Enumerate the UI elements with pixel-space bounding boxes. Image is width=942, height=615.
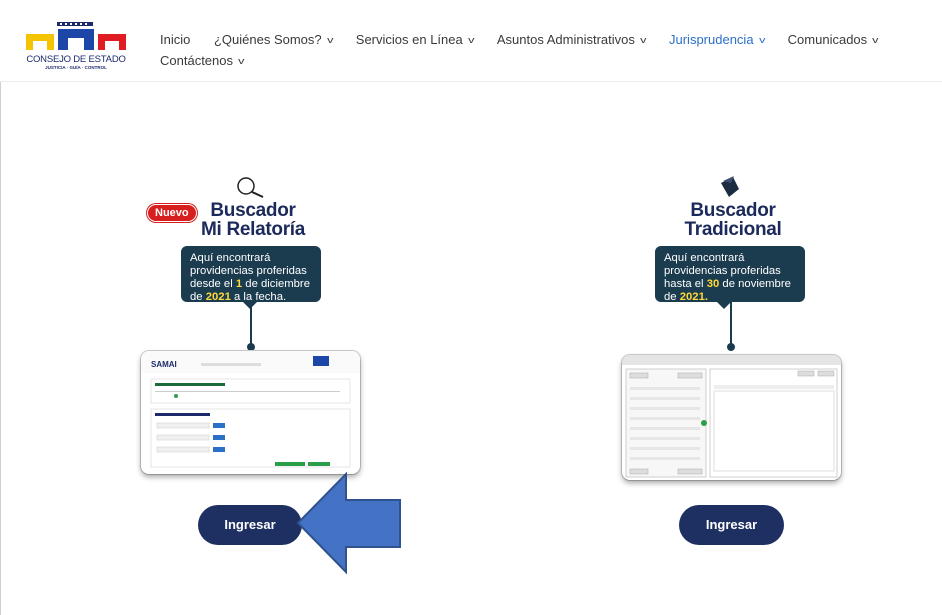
traditional-preview-image[interactable] bbox=[622, 355, 841, 480]
magnifier-icon bbox=[237, 177, 264, 198]
page-frame bbox=[0, 0, 942, 615]
logo-tagline: JUSTICIA · GUÍA · CONTROL bbox=[45, 65, 107, 70]
nav-contactenos[interactable]: Contáctenos v bbox=[160, 51, 244, 72]
nav-comunicados[interactable]: Comunicados v bbox=[788, 30, 879, 51]
right-ingresar-button[interactable]: Ingresar bbox=[679, 505, 784, 545]
chevron-down-icon: v bbox=[639, 35, 647, 45]
connector-dot bbox=[727, 343, 735, 351]
chevron-down-icon: v bbox=[326, 35, 334, 45]
left-ingresar-button[interactable]: Ingresar bbox=[198, 505, 302, 545]
left-card-title-line1: Buscador bbox=[210, 200, 296, 221]
chevron-down-icon: v bbox=[758, 35, 765, 45]
chevron-down-icon: v bbox=[238, 56, 245, 66]
svg-text:SAMAI: SAMAI bbox=[151, 360, 177, 369]
main-nav: Inicio ¿Quiénes Somos? v Servicios en Lín… bbox=[160, 30, 920, 72]
traditional-preview-graphic bbox=[622, 355, 841, 478]
nav-servicios-en-linea[interactable]: Servicios en Línea v bbox=[356, 30, 475, 51]
chevron-down-icon: v bbox=[467, 35, 475, 45]
folder-icon bbox=[721, 176, 739, 197]
right-card-description: Aquí encontrará providencias proferidas … bbox=[655, 246, 805, 309]
connector-line bbox=[250, 302, 252, 348]
right-card-title-line2: Tradicional bbox=[684, 219, 782, 240]
right-card-title-line1: Buscador bbox=[690, 200, 776, 221]
connector-line bbox=[730, 302, 732, 348]
samai-preview-graphic: SAMAI bbox=[141, 351, 360, 468]
pointer-arrow-icon bbox=[296, 472, 401, 575]
nav-asuntos-administrativos[interactable]: Asuntos Administrativos v bbox=[497, 30, 646, 51]
left-card-description: Aquí encontrará providencias proferidas … bbox=[181, 246, 321, 309]
logo-name: CONSEJO DE ESTADO bbox=[26, 54, 126, 65]
samai-preview-image[interactable]: SAMAI bbox=[141, 351, 360, 474]
nav-jurisprudencia[interactable]: Jurisprudencia v bbox=[669, 30, 765, 51]
chevron-down-icon: v bbox=[872, 35, 879, 45]
new-badge: Nuevo bbox=[147, 204, 197, 222]
nav-quienes-somos[interactable]: ¿Quiénes Somos? v bbox=[214, 30, 334, 51]
nav-inicio[interactable]: Inicio bbox=[160, 30, 190, 49]
site-header: CONSEJO DE ESTADO JUSTICIA · GUÍA · CONT… bbox=[0, 0, 942, 82]
connector-dot bbox=[247, 343, 255, 351]
left-card-title-line2: Mi Relatoría bbox=[200, 219, 306, 240]
